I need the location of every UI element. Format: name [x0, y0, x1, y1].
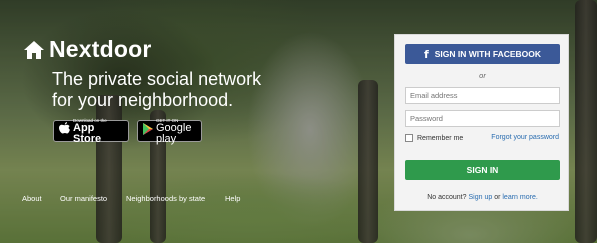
- play-icon: [143, 122, 153, 140]
- landing-page: Nextdoor The private social network for …: [0, 0, 597, 243]
- footer-link-neighborhoods[interactable]: Neighborhoods by state: [126, 194, 205, 203]
- remember-me[interactable]: Remember me: [405, 134, 463, 142]
- remember-me-checkbox[interactable]: [405, 134, 413, 142]
- signup-link[interactable]: Sign up: [468, 194, 492, 201]
- footer-link-manifesto[interactable]: Our manifesto: [60, 194, 107, 203]
- remember-me-label: Remember me: [417, 134, 464, 142]
- house-icon: [24, 40, 44, 59]
- or-divider: or: [479, 71, 486, 80]
- password-input[interactable]: [405, 110, 560, 127]
- login-card: f SIGN IN WITH FACEBOOK or Remember me F…: [394, 34, 569, 211]
- no-account-or-text: or: [494, 194, 501, 201]
- tagline-line-1: The private social network: [52, 69, 262, 89]
- facebook-signin-label: SIGN IN WITH FACEBOOK: [434, 49, 542, 59]
- tagline-line-2: for your neighborhood.: [52, 90, 234, 110]
- learn-more-link[interactable]: learn more.: [502, 194, 537, 201]
- brand-name: Nextdoor: [49, 36, 152, 62]
- signin-button[interactable]: SIGN IN: [405, 160, 560, 180]
- email-input[interactable]: [405, 87, 560, 104]
- app-store-badge[interactable]: Download on the App Store: [53, 118, 129, 145]
- brand-logo[interactable]: Nextdoor: [24, 36, 152, 63]
- facebook-signin-button[interactable]: f SIGN IN WITH FACEBOOK: [405, 44, 560, 64]
- footer-link-about[interactable]: About: [22, 194, 42, 203]
- google-play-badge[interactable]: GET IT ON Google play: [137, 118, 202, 145]
- no-account-text: No account?: [427, 194, 467, 201]
- hero-tagline: The private social network for your neig…: [52, 69, 312, 111]
- footer-link-help[interactable]: Help: [225, 194, 240, 203]
- google-play-big-text: Google play: [156, 121, 192, 145]
- apple-icon: [59, 122, 70, 140]
- app-store-big-text: App Store: [73, 121, 102, 145]
- forgot-password-link[interactable]: Forgot your password: [491, 134, 559, 141]
- facebook-icon: f: [423, 47, 429, 61]
- no-account-row: No account? Sign up or learn more.: [395, 194, 570, 201]
